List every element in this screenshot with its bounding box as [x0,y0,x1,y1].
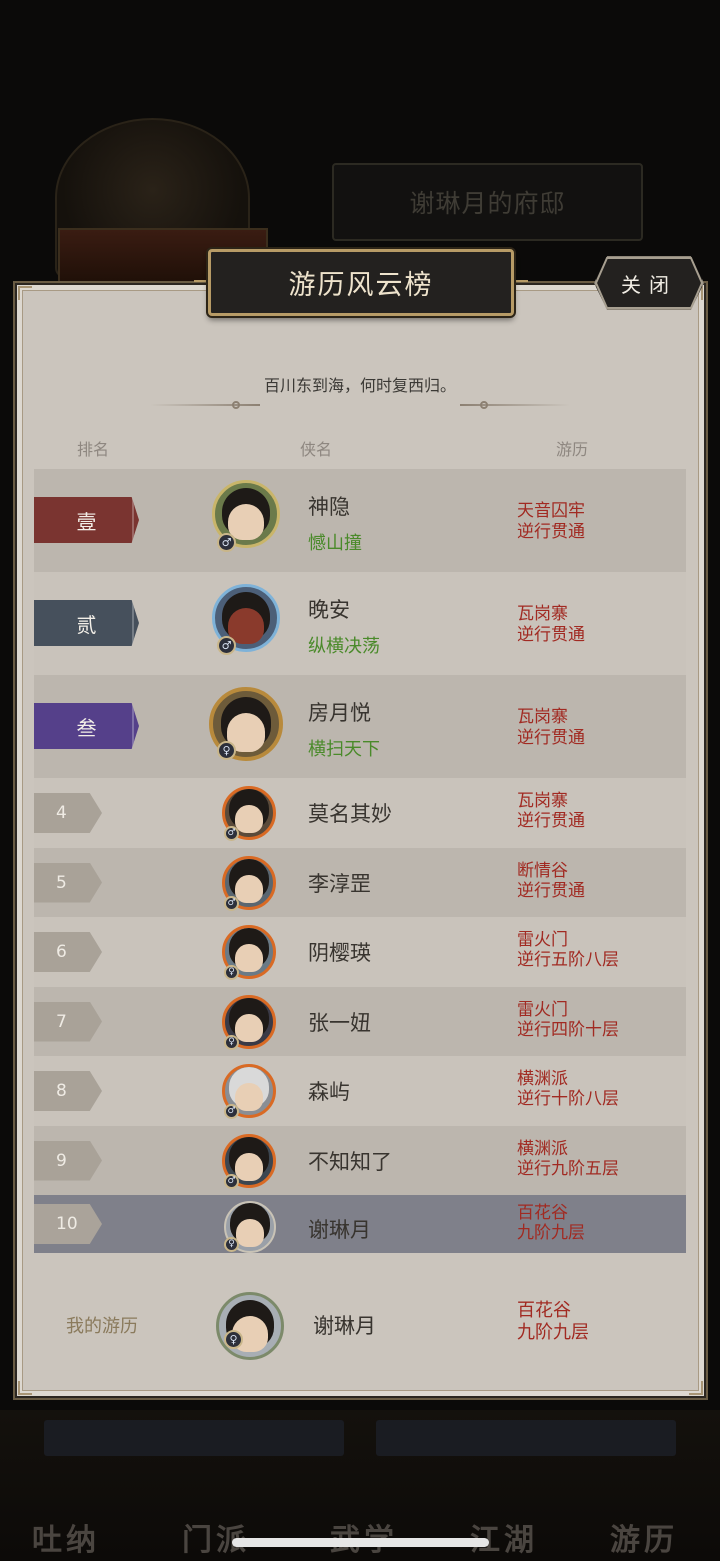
player-level: 九阶九层 [517,1223,585,1243]
ranking-row[interactable]: 叁 ♀ 房月悦 横扫天下 瓦岗寨 逆行贯通 [34,675,686,778]
title-ornament [514,280,528,282]
player-location: 瓦岗寨 [517,604,568,624]
nav-item-martial: 武学 [330,1515,398,1559]
rank-badge: 5 [34,862,102,903]
slogan: 百川东到海，何时复西归。 [263,376,456,395]
my-level: 九阶九层 [517,1322,589,1343]
player-level: 逆行九阶五层 [517,1158,619,1179]
ranking-list: 壹 ♂ 神隐 憾山撞 天音囚牢 逆行贯通 贰 ♂ 晚安 纵横决荡 瓦岗寨 逆行贯… [34,469,686,1253]
ranking-row[interactable]: 7 ♀ 张一妞 雷火门 逆行四阶十层 [34,986,686,1056]
corner-ornament [18,1381,32,1395]
female-gender-icon: ♀ [217,741,236,760]
player-level: 逆行贯通 [517,880,585,901]
male-gender-icon: ♂ [217,636,236,655]
female-gender-icon: ♀ [224,1034,239,1050]
my-record-label: 我的游历 [66,1316,138,1337]
background-strip [44,1420,344,1456]
column-header-progress: 游历 [556,440,589,459]
player-location: 横渊派 [517,1138,568,1159]
ranking-row[interactable]: 9 ♂ 不知知了 横渊派 逆行九阶五层 [34,1125,686,1195]
player-level: 逆行贯通 [517,522,585,542]
player-location: 天音囚牢 [517,501,585,521]
player-location: 瓦岗寨 [517,707,568,727]
player-level: 逆行五阶八层 [517,950,619,970]
player-level: 逆行十阶八层 [517,1089,619,1109]
my-location: 百花谷 [517,1300,571,1321]
background-strip [376,1420,676,1456]
player-location: 瓦岗寨 [517,791,568,811]
divider [460,404,570,406]
title-ornament [194,280,208,282]
player-name: 森屿 [308,1080,350,1104]
female-gender-icon: ♀ [224,1237,239,1252]
ranking-row[interactable]: 壹 ♂ 神隐 憾山撞 天音囚牢 逆行贯通 [34,469,686,572]
player-name: 阴樱瑛 [308,941,371,965]
player-name: 晚安 [308,598,350,622]
player-name: 张一妞 [308,1010,371,1035]
player-location: 百花谷 [517,1203,568,1223]
male-gender-icon: ♂ [224,895,239,911]
player-name: 莫名其妙 [308,802,392,826]
close-button[interactable]: 关闭 [594,256,704,310]
player-name: 房月悦 [308,701,371,725]
player-location: 雷火门 [517,999,568,1020]
player-level: 逆行贯通 [517,625,585,645]
column-header-name: 侠名 [300,440,333,459]
nav-item-jianghu: 江湖 [470,1523,538,1558]
column-header-rank: 排名 [77,440,110,459]
player-location: 横渊派 [517,1069,568,1089]
rank-badge: 4 [34,793,102,833]
player-level: 逆行贯通 [517,811,585,831]
player-name: 不知知了 [308,1149,392,1174]
corner-ornament [689,1381,703,1395]
nav-item-travel: 游历 [610,1523,678,1558]
player-level: 逆行贯通 [517,728,585,748]
corner-ornament [18,286,32,300]
my-avatar[interactable] [216,1292,284,1360]
nav-item-sect: 门派 [182,1523,250,1558]
divider [150,404,260,406]
male-gender-icon: ♂ [224,1104,239,1119]
player-title: 憾山撞 [308,533,362,554]
ranking-row[interactable]: 6 ♀ 阴樱瑛 雷火门 逆行五阶八层 [34,917,686,987]
male-gender-icon: ♂ [224,826,239,841]
ranking-row[interactable]: 4 ♂ 莫名其妙 瓦岗寨 逆行贯通 [34,778,686,848]
divider-ornament [480,401,488,409]
player-name: 谢琳月 [308,1218,371,1242]
rank-badge: 10 [34,1204,102,1244]
home-indicator[interactable] [232,1538,489,1547]
ranking-row[interactable]: 8 ♂ 森屿 横渊派 逆行十阶八层 [34,1056,686,1126]
dialog-title: 游历风云榜 [208,249,514,316]
player-location: 断情谷 [517,860,568,881]
rank-badge: 贰 [34,600,139,646]
male-gender-icon: ♂ [217,533,236,552]
player-level: 逆行四阶十层 [517,1019,619,1040]
player-location: 雷火门 [517,930,568,950]
female-gender-icon: ♀ [224,965,239,980]
rank-badge: 8 [34,1071,102,1111]
divider-ornament [232,401,240,409]
player-title: 横扫天下 [308,739,380,760]
rank-badge: 7 [34,1001,102,1042]
rank-badge: 叁 [34,703,139,749]
ranking-row[interactable]: 贰 ♂ 晚安 纵横决荡 瓦岗寨 逆行贯通 [34,572,686,675]
rank-badge: 9 [34,1140,102,1181]
female-gender-icon: ♀ [224,1330,243,1349]
nav-item-tuna: 吐纳 [32,1523,100,1558]
my-name: 谢琳月 [313,1314,376,1338]
rank-badge: 6 [34,932,102,972]
player-title: 纵横决荡 [308,636,380,657]
player-name: 李淳罡 [308,871,371,896]
ranking-row-current-player[interactable]: 10 ♀ 谢琳月 百花谷 九阶九层 [34,1195,686,1253]
background-mansion-label: 谢琳月的府邸 [332,163,643,241]
male-gender-icon: ♂ [224,1173,239,1189]
player-name: 神隐 [308,495,350,519]
ranking-row[interactable]: 5 ♂ 李淳罡 断情谷 逆行贯通 [34,847,686,917]
rank-badge: 壹 [34,497,139,543]
